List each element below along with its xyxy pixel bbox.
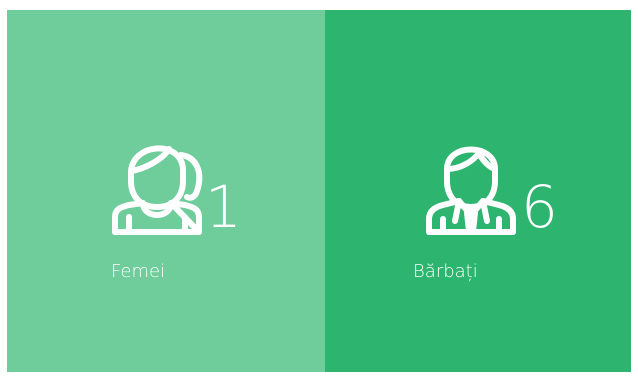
- male-stat-card: 6 Bărbați: [325, 10, 631, 372]
- female-stat-card: 1 Femei: [7, 10, 325, 372]
- male-user-icon: [423, 125, 519, 235]
- male-label: Bărbați: [413, 261, 478, 282]
- gender-stats: 1 Femei 6 Bărbați: [7, 10, 631, 372]
- male-count: 6: [521, 173, 558, 241]
- female-user-icon: [111, 125, 207, 235]
- female-label: Femei: [111, 261, 166, 282]
- female-count: 1: [205, 173, 242, 241]
